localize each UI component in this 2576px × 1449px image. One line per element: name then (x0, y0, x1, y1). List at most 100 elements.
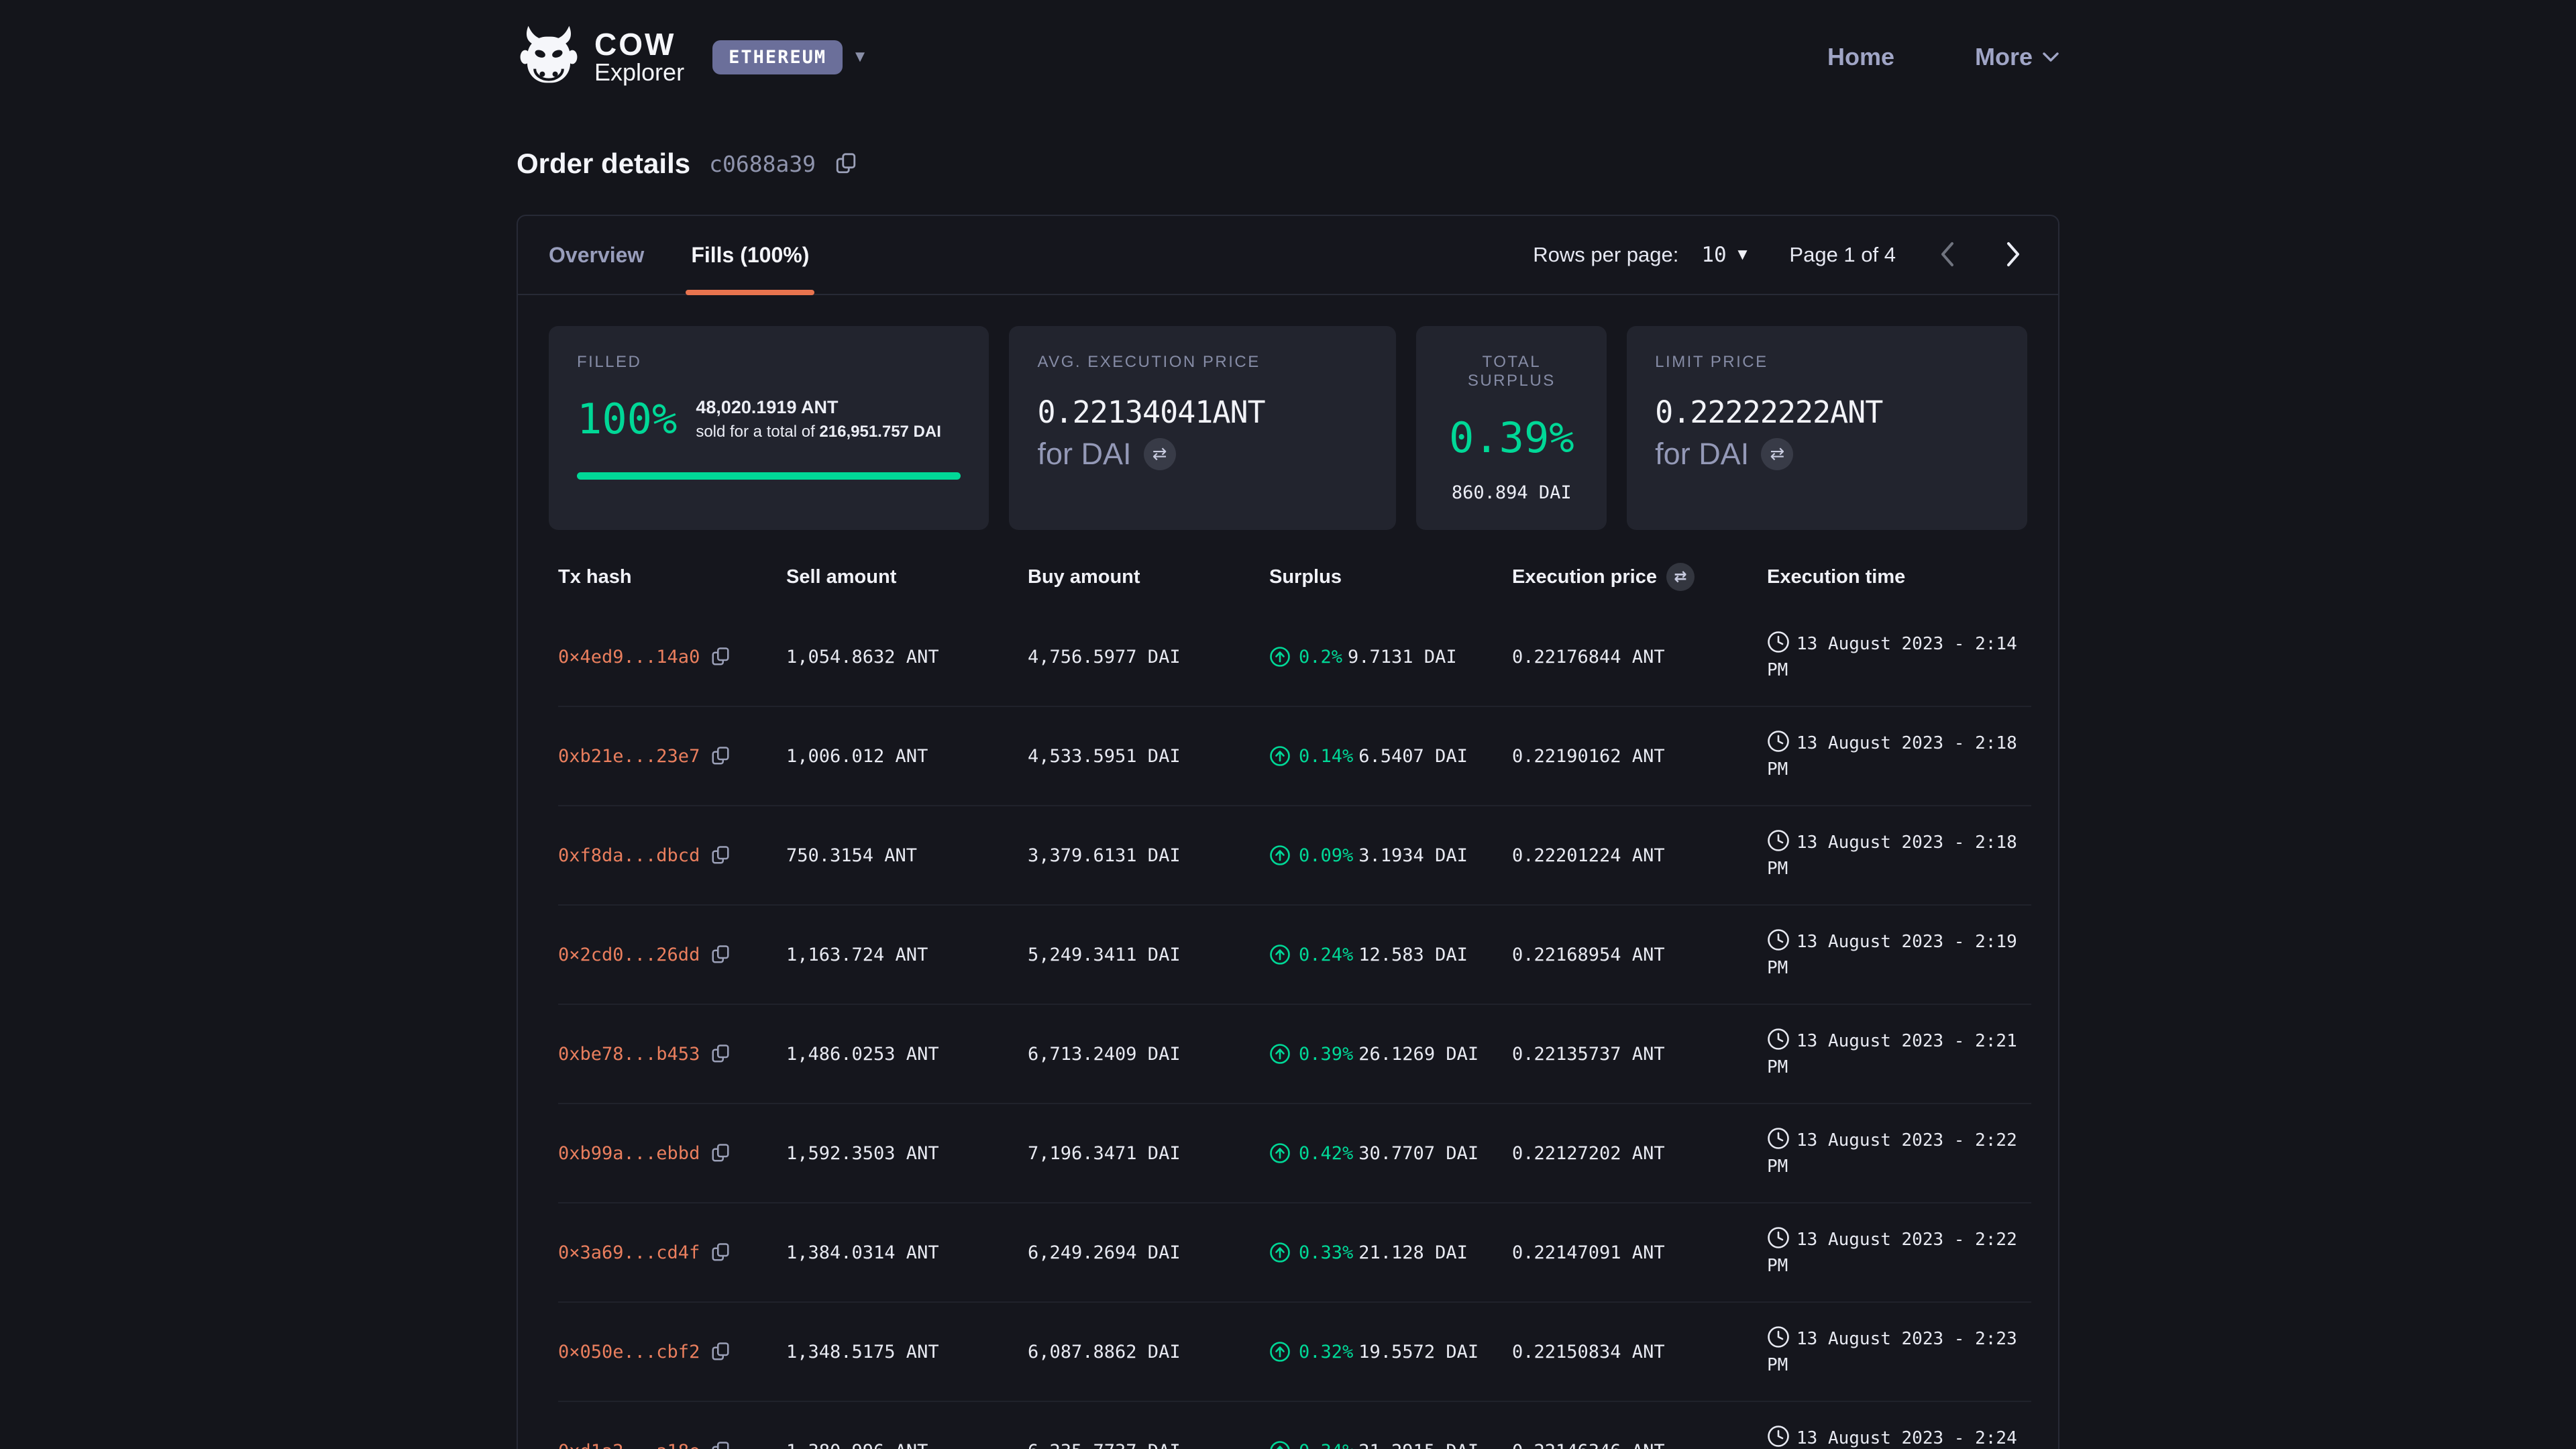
tx-hash-link[interactable]: 0xb99a...ebbd (558, 1143, 700, 1164)
tx-hash-link[interactable]: 0xf8da...dbcd (558, 845, 700, 866)
surplus-amount: 30.7707 DAI (1358, 1143, 1479, 1164)
avg-execution-price-card: AVG. EXECUTION PRICE 0.22134041ANT for D… (1009, 326, 1396, 530)
surplus-amount: 12.583 DAI (1358, 945, 1468, 965)
sell-amount: 1,163.724 ANT (786, 945, 1028, 965)
tab-overview[interactable]: Overview (549, 216, 644, 294)
execution-price: 0.22190162 ANT (1512, 746, 1767, 767)
copy-tx-hash-button[interactable] (710, 1242, 731, 1263)
invert-execution-price-icon[interactable]: ⇄ (1666, 563, 1695, 591)
sell-amount: 1,006.012 ANT (786, 746, 1028, 767)
tx-hash-link[interactable]: 0×4ed9...14a0 (558, 647, 700, 667)
execution-time: 13 August 2023 - 2:22 PM (1767, 1127, 2031, 1180)
table-row: 0×2cd0...26dd 1,163.724 ANT 5,249.3411 D… (558, 906, 2031, 1005)
copy-tx-hash-button[interactable] (710, 945, 731, 965)
copy-tx-hash-button[interactable] (710, 845, 731, 865)
copy-tx-hash-button[interactable] (710, 1441, 731, 1449)
table-row: 0×050e...cbf2 1,348.5175 ANT 6,087.8862 … (558, 1303, 2031, 1402)
surplus-percent: 0.32% (1299, 1342, 1353, 1362)
sell-amount: 1,054.8632 ANT (786, 647, 1028, 667)
tx-hash-link[interactable]: 0×3a69...cd4f (558, 1242, 700, 1263)
previous-page-button[interactable] (1933, 239, 1962, 271)
fills-table: Tx hash Sell amount Buy amount Surplus E… (518, 546, 2058, 1449)
cow-icon (517, 25, 581, 89)
total-surplus-amount: 860.894 DAI (1452, 482, 1572, 503)
buy-amount: 7,196.3471 DAI (1028, 1143, 1269, 1164)
copy-icon (710, 1044, 731, 1064)
tx-hash-link[interactable]: 0×2cd0...26dd (558, 945, 700, 965)
tx-hash-link[interactable]: 0xbe78...b453 (558, 1044, 700, 1065)
surplus-amount: 21.128 DAI (1358, 1242, 1468, 1263)
order-card: Overview Fills (100%) Rows per page: 10 … (517, 215, 2059, 1449)
clock-icon (1767, 1127, 1790, 1150)
chevron-down-icon (2042, 51, 2059, 63)
invert-price-icon[interactable]: ⇄ (1144, 438, 1176, 470)
table-row: 0xb99a...ebbd 1,592.3503 ANT 7,196.3471 … (558, 1104, 2031, 1203)
sell-amount: 750.3154 ANT (786, 845, 1028, 866)
chevron-left-icon (1937, 239, 1957, 269)
col-execution-time: Execution time (1767, 566, 2031, 588)
col-tx-hash: Tx hash (558, 566, 786, 588)
next-page-button[interactable] (1999, 239, 2027, 271)
col-execution-price: Execution price ⇄ (1512, 563, 1767, 591)
copy-tx-hash-button[interactable] (710, 647, 731, 667)
surplus-percent: 0.09% (1299, 845, 1353, 866)
execution-price: 0.22146346 ANT (1512, 1441, 1767, 1449)
execution-time: 13 August 2023 - 2:23 PM (1767, 1326, 2031, 1379)
invert-price-icon[interactable]: ⇄ (1761, 438, 1793, 470)
nav-home[interactable]: Home (1827, 43, 1894, 71)
execution-price: 0.22201224 ANT (1512, 845, 1767, 866)
tab-fills[interactable]: Fills (100%) (691, 216, 809, 294)
buy-amount: 5,249.3411 DAI (1028, 945, 1269, 965)
clock-icon (1767, 730, 1790, 753)
execution-time: 13 August 2023 - 2:18 PM (1767, 730, 2031, 783)
table-header-row: Tx hash Sell amount Buy amount Surplus E… (558, 546, 2031, 608)
copy-tx-hash-button[interactable] (710, 1342, 731, 1362)
col-surplus: Surplus (1269, 566, 1512, 588)
page-indicator: Page 1 of 4 (1789, 243, 1896, 267)
filled-progress-bar (577, 472, 961, 480)
tx-hash-link[interactable]: 0xd1a2...a18e (558, 1441, 700, 1449)
cow-explorer-logo[interactable]: COW Explorer (517, 25, 684, 89)
table-row: 0xd1a2...a18e 1,380.996 ANT 6,235.7737 D… (558, 1402, 2031, 1449)
execution-price: 0.22135737 ANT (1512, 1044, 1767, 1065)
sell-amount: 1,486.0253 ANT (786, 1044, 1028, 1065)
surplus-percent: 0.14% (1299, 746, 1353, 767)
surplus-amount: 19.5572 DAI (1358, 1342, 1479, 1362)
copy-tx-hash-button[interactable] (710, 1044, 731, 1064)
total-surplus-label: TOTAL SURPLUS (1444, 353, 1578, 390)
summary-stats: FILLED 100% 48,020.1919 ANT sold for a t… (518, 295, 2058, 530)
clock-icon (1767, 1326, 1790, 1348)
copy-tx-hash-button[interactable] (710, 746, 731, 766)
network-badge[interactable]: ETHEREUM (712, 40, 843, 74)
filled-amount: 48,020.1919 ANT (696, 397, 838, 417)
chevron-right-icon (2003, 239, 2023, 269)
page-title: Order details (517, 148, 690, 180)
table-row: 0xf8da...dbcd 750.3154 ANT 3,379.6131 DA… (558, 806, 2031, 906)
copy-icon (710, 845, 731, 865)
copy-icon (710, 1441, 731, 1449)
table-row: 0xb21e...23e7 1,006.012 ANT 4,533.5951 D… (558, 707, 2031, 806)
filled-label: FILLED (577, 353, 961, 372)
surplus-amount: 21.2915 DAI (1358, 1441, 1479, 1449)
surplus-up-icon (1269, 646, 1291, 667)
filled-sold-prefix: sold for a total of (696, 423, 819, 441)
rows-per-page-select[interactable]: 10 ▼ (1701, 243, 1750, 267)
buy-amount: 4,533.5951 DAI (1028, 746, 1269, 767)
surplus-amount: 3.1934 DAI (1358, 845, 1468, 866)
table-body: 0×4ed9...14a0 1,054.8632 ANT 4,756.5977 … (558, 608, 2031, 1449)
surplus-up-icon (1269, 1043, 1291, 1065)
buy-amount: 3,379.6131 DAI (1028, 845, 1269, 866)
copy-order-id-button[interactable] (835, 152, 857, 175)
copy-tx-hash-button[interactable] (710, 1143, 731, 1163)
surplus-up-icon (1269, 845, 1291, 866)
clock-icon (1767, 1028, 1790, 1051)
tx-hash-link[interactable]: 0×050e...cbf2 (558, 1342, 700, 1362)
nav-more[interactable]: More (1975, 43, 2059, 71)
surplus-up-icon (1269, 1341, 1291, 1362)
surplus-percent: 0.34% (1299, 1441, 1353, 1449)
tx-hash-link[interactable]: 0xb21e...23e7 (558, 746, 700, 767)
copy-icon (710, 746, 731, 766)
limit-price-value: 0.22222222ANT (1655, 394, 1999, 430)
network-dropdown-caret[interactable]: ▼ (852, 48, 868, 66)
sell-amount: 1,348.5175 ANT (786, 1342, 1028, 1362)
